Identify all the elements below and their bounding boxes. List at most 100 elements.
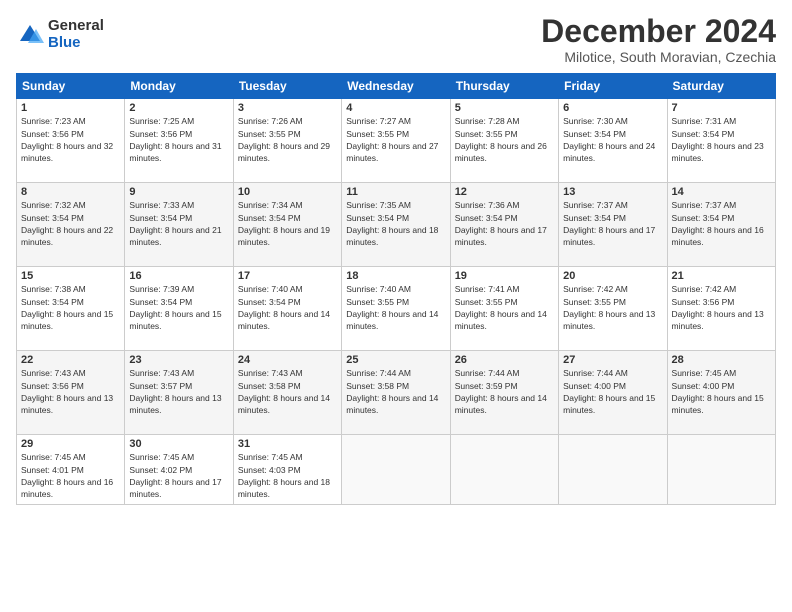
- calendar-week-row: 22Sunrise: 7:43 AMSunset: 3:56 PMDayligh…: [17, 351, 776, 435]
- day-number: 6: [563, 102, 662, 114]
- day-info: Sunrise: 7:37 AMSunset: 3:54 PMDaylight:…: [672, 199, 771, 248]
- day-number: 27: [563, 354, 662, 366]
- day-info: Sunrise: 7:45 AMSunset: 4:00 PMDaylight:…: [672, 367, 771, 416]
- weekday-header-monday: Monday: [125, 74, 233, 99]
- calendar-cell: [450, 435, 558, 505]
- calendar-cell: 11Sunrise: 7:35 AMSunset: 3:54 PMDayligh…: [342, 183, 450, 267]
- day-number: 8: [21, 186, 120, 198]
- day-info: Sunrise: 7:43 AMSunset: 3:57 PMDaylight:…: [129, 367, 228, 416]
- day-number: 25: [346, 354, 445, 366]
- calendar-cell: 14Sunrise: 7:37 AMSunset: 3:54 PMDayligh…: [667, 183, 775, 267]
- calendar-cell: 5Sunrise: 7:28 AMSunset: 3:55 PMDaylight…: [450, 99, 558, 183]
- calendar-cell: 28Sunrise: 7:45 AMSunset: 4:00 PMDayligh…: [667, 351, 775, 435]
- day-number: 28: [672, 354, 771, 366]
- day-number: 3: [238, 102, 337, 114]
- day-number: 13: [563, 186, 662, 198]
- day-info: Sunrise: 7:32 AMSunset: 3:54 PMDaylight:…: [21, 199, 120, 248]
- day-number: 23: [129, 354, 228, 366]
- calendar-cell: 17Sunrise: 7:40 AMSunset: 3:54 PMDayligh…: [233, 267, 341, 351]
- calendar-table: SundayMondayTuesdayWednesdayThursdayFrid…: [16, 73, 776, 505]
- day-number: 10: [238, 186, 337, 198]
- day-number: 12: [455, 186, 554, 198]
- day-number: 31: [238, 438, 337, 450]
- day-number: 18: [346, 270, 445, 282]
- day-info: Sunrise: 7:33 AMSunset: 3:54 PMDaylight:…: [129, 199, 228, 248]
- calendar-cell: [667, 435, 775, 505]
- day-number: 22: [21, 354, 120, 366]
- calendar-cell: 23Sunrise: 7:43 AMSunset: 3:57 PMDayligh…: [125, 351, 233, 435]
- weekday-header-sunday: Sunday: [17, 74, 125, 99]
- calendar-cell: 10Sunrise: 7:34 AMSunset: 3:54 PMDayligh…: [233, 183, 341, 267]
- day-info: Sunrise: 7:45 AMSunset: 4:02 PMDaylight:…: [129, 451, 228, 500]
- calendar-cell: 26Sunrise: 7:44 AMSunset: 3:59 PMDayligh…: [450, 351, 558, 435]
- calendar-cell: [559, 435, 667, 505]
- calendar-cell: 1Sunrise: 7:23 AMSunset: 3:56 PMDaylight…: [17, 99, 125, 183]
- logo: General Blue: [16, 18, 104, 51]
- day-number: 17: [238, 270, 337, 282]
- weekday-header-row: SundayMondayTuesdayWednesdayThursdayFrid…: [17, 74, 776, 99]
- day-number: 7: [672, 102, 771, 114]
- logo-text: General Blue: [48, 18, 104, 51]
- day-info: Sunrise: 7:41 AMSunset: 3:55 PMDaylight:…: [455, 283, 554, 332]
- day-number: 5: [455, 102, 554, 114]
- calendar-cell: 16Sunrise: 7:39 AMSunset: 3:54 PMDayligh…: [125, 267, 233, 351]
- day-info: Sunrise: 7:26 AMSunset: 3:55 PMDaylight:…: [238, 115, 337, 164]
- day-number: 1: [21, 102, 120, 114]
- day-number: 2: [129, 102, 228, 114]
- day-number: 24: [238, 354, 337, 366]
- day-info: Sunrise: 7:45 AMSunset: 4:03 PMDaylight:…: [238, 451, 337, 500]
- weekday-header-saturday: Saturday: [667, 74, 775, 99]
- page: General Blue December 2024 Milotice, Sou…: [0, 0, 792, 612]
- calendar-cell: 31Sunrise: 7:45 AMSunset: 4:03 PMDayligh…: [233, 435, 341, 505]
- weekday-header-wednesday: Wednesday: [342, 74, 450, 99]
- calendar-cell: 22Sunrise: 7:43 AMSunset: 3:56 PMDayligh…: [17, 351, 125, 435]
- calendar-cell: 27Sunrise: 7:44 AMSunset: 4:00 PMDayligh…: [559, 351, 667, 435]
- weekday-header-tuesday: Tuesday: [233, 74, 341, 99]
- day-info: Sunrise: 7:35 AMSunset: 3:54 PMDaylight:…: [346, 199, 445, 248]
- day-info: Sunrise: 7:27 AMSunset: 3:55 PMDaylight:…: [346, 115, 445, 164]
- calendar-week-row: 15Sunrise: 7:38 AMSunset: 3:54 PMDayligh…: [17, 267, 776, 351]
- calendar-cell: 30Sunrise: 7:45 AMSunset: 4:02 PMDayligh…: [125, 435, 233, 505]
- calendar-cell: 13Sunrise: 7:37 AMSunset: 3:54 PMDayligh…: [559, 183, 667, 267]
- calendar-cell: 21Sunrise: 7:42 AMSunset: 3:56 PMDayligh…: [667, 267, 775, 351]
- calendar-week-row: 1Sunrise: 7:23 AMSunset: 3:56 PMDaylight…: [17, 99, 776, 183]
- day-number: 16: [129, 270, 228, 282]
- day-number: 19: [455, 270, 554, 282]
- day-info: Sunrise: 7:37 AMSunset: 3:54 PMDaylight:…: [563, 199, 662, 248]
- day-number: 15: [21, 270, 120, 282]
- day-info: Sunrise: 7:31 AMSunset: 3:54 PMDaylight:…: [672, 115, 771, 164]
- day-info: Sunrise: 7:44 AMSunset: 3:59 PMDaylight:…: [455, 367, 554, 416]
- day-info: Sunrise: 7:43 AMSunset: 3:58 PMDaylight:…: [238, 367, 337, 416]
- calendar-cell: 8Sunrise: 7:32 AMSunset: 3:54 PMDaylight…: [17, 183, 125, 267]
- day-info: Sunrise: 7:38 AMSunset: 3:54 PMDaylight:…: [21, 283, 120, 332]
- header: General Blue December 2024 Milotice, Sou…: [16, 14, 776, 65]
- day-info: Sunrise: 7:40 AMSunset: 3:54 PMDaylight:…: [238, 283, 337, 332]
- calendar-cell: 7Sunrise: 7:31 AMSunset: 3:54 PMDaylight…: [667, 99, 775, 183]
- calendar-cell: 2Sunrise: 7:25 AMSunset: 3:56 PMDaylight…: [125, 99, 233, 183]
- day-number: 14: [672, 186, 771, 198]
- day-number: 20: [563, 270, 662, 282]
- calendar-cell: 25Sunrise: 7:44 AMSunset: 3:58 PMDayligh…: [342, 351, 450, 435]
- calendar-cell: 20Sunrise: 7:42 AMSunset: 3:55 PMDayligh…: [559, 267, 667, 351]
- day-info: Sunrise: 7:23 AMSunset: 3:56 PMDaylight:…: [21, 115, 120, 164]
- calendar-cell: 15Sunrise: 7:38 AMSunset: 3:54 PMDayligh…: [17, 267, 125, 351]
- calendar-cell: 29Sunrise: 7:45 AMSunset: 4:01 PMDayligh…: [17, 435, 125, 505]
- calendar-cell: 19Sunrise: 7:41 AMSunset: 3:55 PMDayligh…: [450, 267, 558, 351]
- calendar-cell: 4Sunrise: 7:27 AMSunset: 3:55 PMDaylight…: [342, 99, 450, 183]
- day-number: 9: [129, 186, 228, 198]
- day-info: Sunrise: 7:40 AMSunset: 3:55 PMDaylight:…: [346, 283, 445, 332]
- day-info: Sunrise: 7:45 AMSunset: 4:01 PMDaylight:…: [21, 451, 120, 500]
- day-number: 26: [455, 354, 554, 366]
- calendar-week-row: 29Sunrise: 7:45 AMSunset: 4:01 PMDayligh…: [17, 435, 776, 505]
- weekday-header-thursday: Thursday: [450, 74, 558, 99]
- subtitle: Milotice, South Moravian, Czechia: [541, 49, 776, 65]
- day-info: Sunrise: 7:39 AMSunset: 3:54 PMDaylight:…: [129, 283, 228, 332]
- day-info: Sunrise: 7:30 AMSunset: 3:54 PMDaylight:…: [563, 115, 662, 164]
- logo-blue-text: Blue: [48, 35, 104, 52]
- calendar-cell: 24Sunrise: 7:43 AMSunset: 3:58 PMDayligh…: [233, 351, 341, 435]
- logo-general-text: General: [48, 18, 104, 35]
- calendar-week-row: 8Sunrise: 7:32 AMSunset: 3:54 PMDaylight…: [17, 183, 776, 267]
- day-info: Sunrise: 7:44 AMSunset: 3:58 PMDaylight:…: [346, 367, 445, 416]
- day-info: Sunrise: 7:28 AMSunset: 3:55 PMDaylight:…: [455, 115, 554, 164]
- day-number: 29: [21, 438, 120, 450]
